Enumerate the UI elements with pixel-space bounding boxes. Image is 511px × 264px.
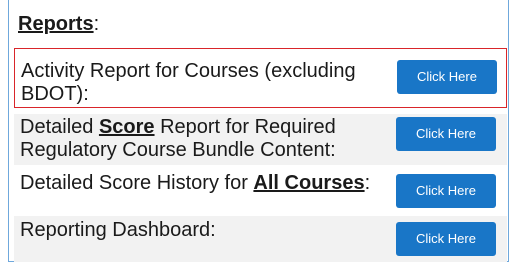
report-row-score: Detailed Score Report for Required Regul… [14, 114, 507, 165]
report-row-dashboard: Reporting Dashboard: Click Here [14, 216, 507, 262]
report-label-score-history: Detailed Score History for All Courses: [20, 172, 370, 195]
report-row-activity: Activity Report for Courses (excluding B… [14, 48, 507, 108]
report-label-history-bold: All Courses [253, 172, 365, 194]
dashboard-click-here-button[interactable]: Click Here [396, 222, 496, 256]
score-report-click-here-button[interactable]: Click Here [396, 117, 496, 151]
report-label-score-post: Report for Required [154, 116, 336, 138]
report-label-score-bold: Score [98, 116, 155, 138]
report-label-activity-line2: BDOT): [21, 83, 89, 105]
score-history-click-here-button[interactable]: Click Here [396, 174, 496, 208]
report-label-activity-line1: Activity Report for Courses (excluding [21, 60, 356, 82]
reports-heading: Reports: [18, 10, 99, 38]
report-label-history-pre: Detailed Score History for [20, 172, 254, 194]
report-row-score-history: Detailed Score History for All Courses: … [14, 168, 507, 214]
report-label-score-pre: Detailed [20, 116, 99, 138]
report-label-score-line2: Regulatory Course Bundle Content: [20, 139, 336, 161]
reports-title-colon: : [93, 13, 100, 35]
report-label-score: Detailed Score Report for Required Regul… [20, 116, 336, 162]
report-label-activity: Activity Report for Courses (excluding B… [21, 60, 356, 106]
report-label-dashboard: Reporting Dashboard: [20, 219, 216, 241]
activity-report-click-here-button[interactable]: Click Here [397, 60, 497, 94]
report-label-history-post: : [364, 172, 371, 194]
reports-title: Reports [18, 13, 94, 35]
